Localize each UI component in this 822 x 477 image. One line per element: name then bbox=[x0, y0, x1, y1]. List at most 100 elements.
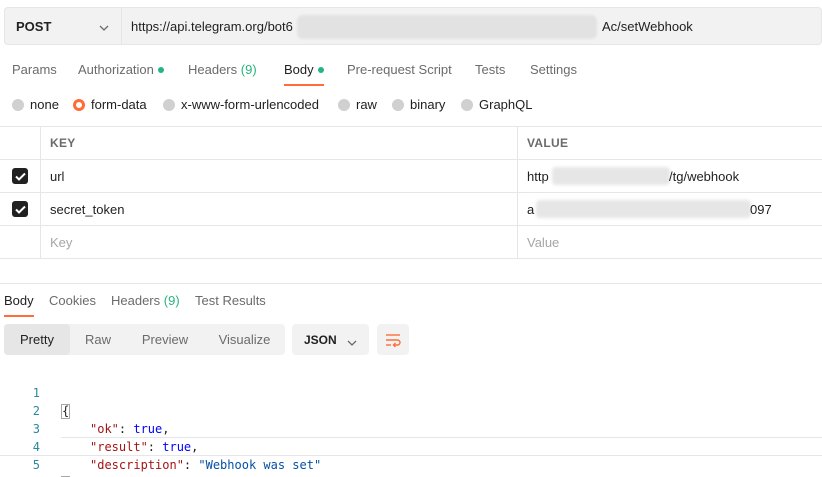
radio-x-www-form-urlencoded[interactable]: x-www-form-urlencoded bbox=[163, 97, 319, 112]
line-number: 5 bbox=[32, 458, 40, 472]
view-preview-button[interactable]: Preview bbox=[126, 324, 204, 355]
value-text-start: http bbox=[527, 168, 549, 184]
tab-label: Authorization bbox=[78, 62, 154, 77]
key-column-header: KEY bbox=[41, 127, 518, 159]
redacted-mask bbox=[536, 200, 751, 218]
value-placeholder: Value bbox=[527, 234, 560, 250]
radio-circle bbox=[163, 98, 175, 111]
value-text-start: a bbox=[527, 201, 535, 217]
row-checkbox[interactable] bbox=[12, 201, 28, 217]
code-line: 4 "description": "Webhook was set" bbox=[0, 420, 822, 472]
view-label: Preview bbox=[141, 332, 189, 347]
url-prefix: https://api.telegram.org/bot6 bbox=[131, 19, 293, 34]
code-line: 3 "result": true, bbox=[0, 402, 822, 454]
tab-count: (9) bbox=[240, 62, 257, 77]
url-suffix: Ac/setWebhook bbox=[602, 19, 693, 34]
json-key: "description" bbox=[90, 458, 184, 472]
value-column-header: VALUE bbox=[518, 127, 822, 159]
row-check-cell bbox=[0, 160, 41, 192]
radio-none[interactable]: none bbox=[12, 97, 59, 112]
radio-raw[interactable]: raw bbox=[338, 97, 377, 112]
tab-label: Body bbox=[284, 62, 314, 77]
code-line: 2 "ok": true, bbox=[0, 384, 822, 436]
value-cell[interactable]: http /tg/webhook bbox=[518, 160, 822, 192]
key-placeholder: Key bbox=[50, 234, 73, 250]
tab-pre-request-script[interactable]: Pre-request Script bbox=[347, 62, 452, 77]
tab-label: Headers bbox=[188, 62, 238, 77]
tab-label: Body bbox=[4, 293, 34, 308]
request-tabs: Params Authorization Headers (9) Body Pr… bbox=[0, 58, 822, 86]
status-dot bbox=[317, 66, 324, 73]
radio-circle-selected bbox=[73, 98, 85, 111]
response-tabs: Body Cookies Headers (9) Test Results bbox=[0, 283, 822, 317]
tab-tests[interactable]: Tests bbox=[475, 62, 505, 77]
tab-label: Settings bbox=[530, 62, 577, 77]
tab-label: Tests bbox=[475, 62, 506, 77]
row-check-cell bbox=[0, 226, 41, 258]
tab-body[interactable]: Body bbox=[284, 62, 324, 86]
radio-graphql[interactable]: GraphQL bbox=[461, 97, 532, 112]
radio-label: GraphQL bbox=[479, 97, 533, 112]
key-text: url bbox=[50, 168, 65, 184]
radio-label: form-data bbox=[91, 97, 147, 112]
table-header-row: KEY VALUE bbox=[0, 127, 822, 160]
row-check-cell bbox=[0, 193, 41, 225]
check-icon bbox=[14, 172, 26, 181]
response-tab-body[interactable]: Body bbox=[4, 293, 34, 317]
response-tab-test-results[interactable]: Test Results bbox=[195, 293, 266, 308]
value-cell[interactable]: a 097 bbox=[518, 193, 822, 225]
radio-circle bbox=[338, 98, 350, 111]
radio-binary[interactable]: binary bbox=[392, 97, 445, 112]
new-value-input[interactable]: Value bbox=[518, 226, 822, 258]
response-body-viewer[interactable]: 1 { 2 "ok": true, 3 "result": true, 4 "d… bbox=[0, 366, 822, 477]
redacted-mask bbox=[552, 167, 670, 185]
code-line: 5 } bbox=[0, 438, 822, 477]
url-input[interactable]: https://api.telegram.org/bot6 Ac/setWebh… bbox=[121, 7, 822, 45]
table-row: url http /tg/webhook bbox=[0, 160, 822, 193]
chevron-down-icon bbox=[99, 19, 109, 34]
tab-params[interactable]: Params bbox=[12, 62, 57, 77]
response-tab-headers[interactable]: Headers (9) bbox=[111, 293, 180, 308]
row-checkbox[interactable] bbox=[12, 168, 28, 184]
response-tab-cookies[interactable]: Cookies bbox=[49, 293, 96, 308]
radio-label: raw bbox=[356, 97, 377, 112]
radio-form-data[interactable]: form-data bbox=[73, 97, 147, 112]
json-value: "Webhook was set" bbox=[198, 458, 322, 472]
header-check-cell bbox=[0, 127, 41, 159]
wrap-lines-icon bbox=[386, 333, 401, 347]
tab-settings[interactable]: Settings bbox=[530, 62, 577, 77]
view-mode-group: Pretty Raw Preview Visualize bbox=[4, 324, 285, 355]
format-select[interactable]: JSON bbox=[292, 324, 369, 355]
method-select[interactable]: POST bbox=[4, 7, 121, 45]
body-type-radios: none form-data x-www-form-urlencoded raw… bbox=[0, 97, 822, 115]
view-raw-button[interactable]: Raw bbox=[70, 324, 126, 355]
radio-circle bbox=[12, 98, 24, 111]
redacted-mask bbox=[297, 15, 597, 39]
method-label: POST bbox=[16, 18, 52, 34]
form-data-table: KEY VALUE url http /tg/webhook secret_to… bbox=[0, 126, 822, 259]
check-icon bbox=[14, 205, 26, 214]
key-cell[interactable]: secret_token bbox=[41, 193, 518, 225]
view-label: Pretty bbox=[20, 332, 54, 347]
key-header-label: KEY bbox=[50, 136, 76, 150]
tab-label: Test Results bbox=[195, 293, 266, 308]
view-visualize-button[interactable]: Visualize bbox=[204, 324, 285, 355]
value-text-end: 097 bbox=[750, 201, 772, 217]
key-text: secret_token bbox=[50, 201, 125, 217]
radio-label: none bbox=[30, 97, 59, 112]
tab-label: Headers bbox=[111, 293, 161, 308]
request-url-bar: POST https://api.telegram.org/bot6 Ac/se… bbox=[4, 7, 822, 45]
radio-label: x-www-form-urlencoded bbox=[181, 97, 319, 112]
tab-label: Pre-request Script bbox=[347, 62, 452, 77]
wrap-lines-button[interactable] bbox=[377, 324, 409, 355]
view-pretty-button[interactable]: Pretty bbox=[4, 324, 70, 355]
radio-circle bbox=[461, 98, 473, 111]
key-cell[interactable]: url bbox=[41, 160, 518, 192]
value-header-label: VALUE bbox=[527, 136, 569, 150]
tab-headers[interactable]: Headers (9) bbox=[188, 62, 257, 77]
new-key-input[interactable]: Key bbox=[41, 226, 518, 258]
tab-label: Params bbox=[12, 62, 57, 77]
radio-label: binary bbox=[410, 97, 446, 112]
tab-authorization[interactable]: Authorization bbox=[78, 62, 164, 77]
view-label: Raw bbox=[84, 332, 111, 347]
